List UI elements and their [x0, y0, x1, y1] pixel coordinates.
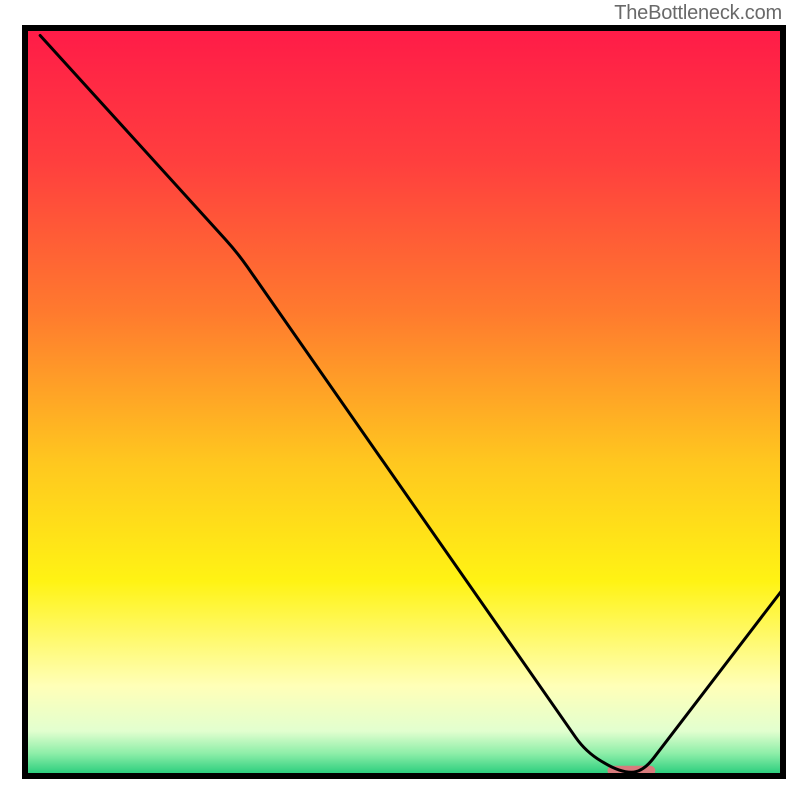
plot-area [25, 28, 783, 776]
attribution-label: TheBottleneck.com [614, 2, 782, 25]
bottleneck-chart [0, 0, 800, 800]
chart-container: TheBottleneck.com [0, 0, 800, 800]
gradient-background [25, 28, 783, 776]
